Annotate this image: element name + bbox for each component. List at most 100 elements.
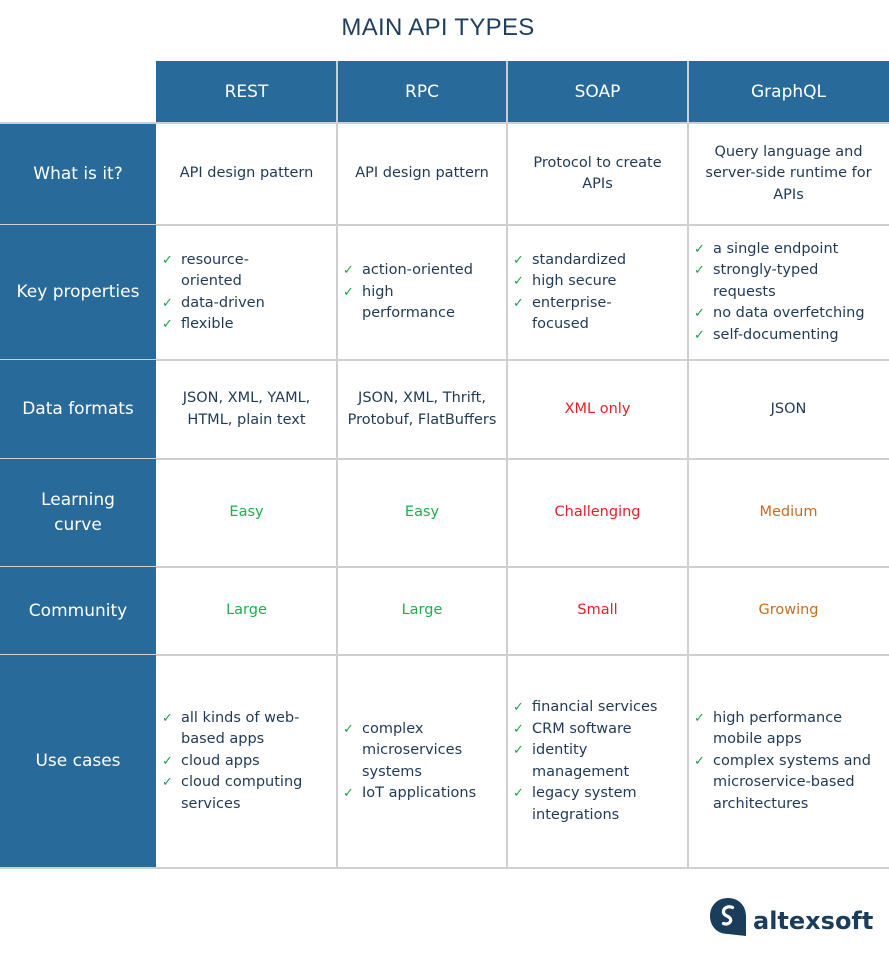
checklist: ✓ a single endpoint ✓ strongly-typed reques… xyxy=(692,239,885,347)
checklist: ✓ complex microservices systems ✓ IoT appli… xyxy=(341,719,491,805)
row-label-learning-curve: Learning curve xyxy=(0,459,156,567)
cell-text: Easy xyxy=(404,504,440,521)
checkmark-icon: ✓ xyxy=(694,327,705,343)
cell-graphql: Growing xyxy=(688,567,889,655)
list-item: ✓ complex microservices systems xyxy=(341,719,491,784)
list-item: ✓ no data overfetching xyxy=(692,303,885,325)
row-label-text: Community xyxy=(28,600,128,621)
checklist: ✓ resource-oriented ✓ data-driven ✓ flexible xyxy=(160,250,280,336)
row-label-text: What is it? xyxy=(33,163,123,184)
list-item-text: complex microservices systems xyxy=(362,720,463,780)
list-item: ✓ flexible xyxy=(160,314,280,336)
cell-rpc: ✓ complex microservices systems ✓ IoT appli… xyxy=(337,655,507,868)
checkmark-icon: ✓ xyxy=(513,274,524,289)
list-item-text: cloud computing services xyxy=(181,774,303,812)
list-item-text: a single endpoint xyxy=(713,240,839,257)
list-item-text: high secure xyxy=(532,273,617,289)
cell-text: Growing xyxy=(758,602,819,619)
checkmark-icon: ✓ xyxy=(343,721,354,737)
cell-soap: XML only xyxy=(507,360,688,459)
list-item: ✓ self-documenting xyxy=(692,325,885,347)
cell-text: JSON xyxy=(770,400,807,417)
cell-text: API design pattern xyxy=(179,165,314,182)
cell-graphql: ✓ a single endpoint ✓ strongly-typed reques… xyxy=(688,225,889,360)
list-item-text: self-documenting xyxy=(713,326,839,343)
list-item-text: financial services xyxy=(532,699,658,715)
cell-rest: API design pattern xyxy=(156,123,337,225)
list-item: ✓ a single endpoint xyxy=(692,239,885,261)
row-label-data-formats: Data formats xyxy=(0,360,156,459)
checkmark-icon: ✓ xyxy=(343,284,354,300)
cell-soap: Challenging xyxy=(507,459,688,567)
checkmark-icon: ✓ xyxy=(513,743,524,758)
list-item: ✓ high performance mobile apps xyxy=(692,708,885,751)
row-label-text: Use cases xyxy=(35,751,121,771)
cell-soap: Protocol to create APIs xyxy=(507,123,688,225)
list-item-text: legacy system integrations xyxy=(532,785,637,823)
checkmark-icon: ✓ xyxy=(694,710,705,726)
row-label-text: Key properties xyxy=(16,282,140,302)
row-label-key-properties: Key properties xyxy=(0,225,156,360)
cell-rest: ✓ all kinds of web-based apps ✓ cloud apps ✓… xyxy=(156,655,337,868)
checklist: ✓ all kinds of web-based apps ✓ cloud apps ✓… xyxy=(160,708,315,816)
row-label-text: Learning curve xyxy=(41,490,115,535)
checkmark-icon: ✓ xyxy=(694,263,705,279)
checkmark-icon: ✓ xyxy=(162,295,173,311)
altexsoft-logo-icon xyxy=(709,897,747,937)
checkmark-icon: ✓ xyxy=(343,786,354,801)
list-item: ✓ identity management xyxy=(511,740,684,783)
cell-text: Large xyxy=(401,602,443,619)
cell-rpc: Large xyxy=(337,567,507,655)
checklist: ✓ standardized ✓ high secure ✓ enterprise-foc… xyxy=(511,250,656,336)
cell-soap: ✓ standardized ✓ high secure ✓ enterprise-foc… xyxy=(507,225,688,360)
header-divider-line xyxy=(0,122,889,124)
list-item-text: identity management xyxy=(532,742,630,780)
cell-text: Medium xyxy=(759,504,818,521)
cell-rpc: JSON, XML, Thrift, Protobuf, FlatBuffers xyxy=(337,360,507,459)
cell-text: Large xyxy=(226,602,267,619)
cell-text: XML only xyxy=(564,400,631,417)
list-item-text: standardized xyxy=(532,251,627,268)
list-item-text: data-driven xyxy=(181,294,265,311)
checklist: ✓ action-oriented ✓ high performance xyxy=(341,260,491,325)
checkmark-icon: ✓ xyxy=(513,786,524,801)
cell-rest: Easy xyxy=(156,459,337,567)
cell-text: Protocol to create APIs xyxy=(533,154,662,193)
list-item-text: flexible xyxy=(181,316,234,332)
list-item: ✓ enterprise-focused xyxy=(511,293,656,336)
header-divider xyxy=(687,61,689,123)
cell-soap: ✓ financial services ✓ CRM software ✓ identit… xyxy=(507,655,688,868)
column-divider xyxy=(506,123,508,868)
page-title: MAIN API TYPES xyxy=(341,14,535,41)
column-header-graphql: GraphQL xyxy=(688,61,889,123)
checkmark-icon: ✓ xyxy=(162,775,173,791)
altexsoft-logo: altexsoft xyxy=(709,897,873,937)
list-item-text: action-oriented xyxy=(362,262,473,279)
header-divider xyxy=(506,61,508,123)
checklist: ✓ high performance mobile apps ✓ complex sy… xyxy=(692,708,885,816)
list-item-text: cloud apps xyxy=(181,752,260,769)
list-item: ✓ all kinds of web-based apps xyxy=(160,708,315,751)
checkmark-icon: ✓ xyxy=(343,263,354,279)
list-item: ✓ cloud computing services xyxy=(160,772,315,815)
row-divider xyxy=(0,867,889,869)
list-item: ✓ standardized xyxy=(511,250,656,272)
cell-rpc: ✓ action-oriented ✓ high performance xyxy=(337,225,507,360)
list-item-text: resource-oriented xyxy=(181,251,249,290)
cell-text: Challenging xyxy=(554,504,641,521)
column-divider xyxy=(336,123,338,868)
checkmark-icon: ✓ xyxy=(513,295,524,311)
row-label-use-cases: Use cases xyxy=(0,655,156,868)
list-item-text: high performance xyxy=(362,283,455,322)
cell-text: JSON, XML, YAML, HTML, plain text xyxy=(182,390,311,428)
checkmark-icon: ✓ xyxy=(694,241,705,257)
list-item: ✓ strongly-typed requests xyxy=(692,260,885,303)
list-item-text: IoT applications xyxy=(362,785,477,801)
list-item: ✓ data-driven xyxy=(160,293,280,315)
checkmark-icon: ✓ xyxy=(694,306,705,322)
cell-graphql: Medium xyxy=(688,459,889,567)
list-item: ✓ high secure xyxy=(511,271,656,293)
row-label-community: Community xyxy=(0,567,156,655)
list-item: ✓ IoT applications xyxy=(341,783,491,805)
cell-text: Query language and server-side runtime f… xyxy=(705,143,872,203)
